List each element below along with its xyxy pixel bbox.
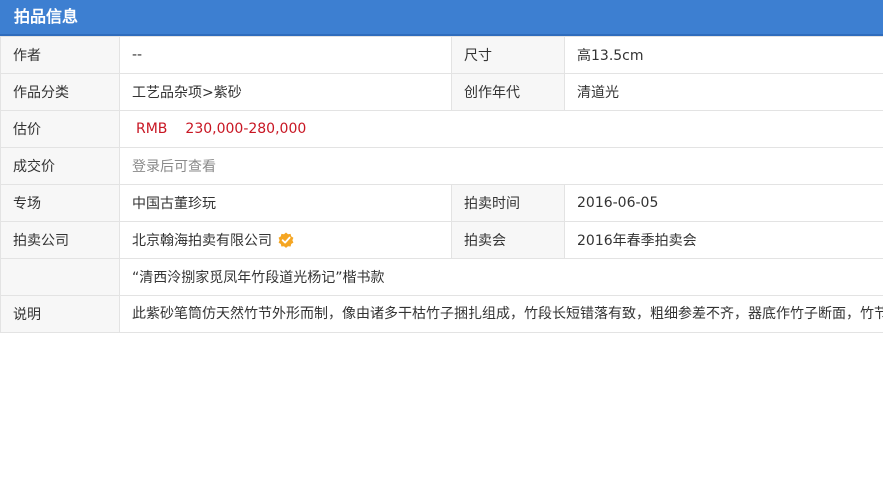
- description-label: 说明: [0, 295, 120, 333]
- table-row: 说明 此紫砂笔筒仿天然竹节外形而制，像由诸多干枯竹子捆扎组成，竹段长短错落有致，…: [0, 295, 883, 333]
- login-to-view-link[interactable]: 登录后可查看: [132, 159, 216, 175]
- table-row: 作品分类 工艺品杂项>紫砂 创作年代 清道光: [0, 73, 883, 111]
- estimate-currency: RMB: [136, 121, 168, 137]
- table-row: 拍卖公司 北京翰海拍卖有限公司 拍卖会 2016年春季拍卖会: [0, 221, 883, 259]
- session-label: 专场: [0, 184, 120, 222]
- company-cell: 北京翰海拍卖有限公司: [119, 221, 452, 259]
- table-row: 成交价 登录后可查看: [0, 147, 883, 185]
- category-label: 作品分类: [0, 73, 120, 111]
- lot-info-panel: 拍品信息 作者 -- 尺寸 高13.5cm 作品分类 工艺品杂项>紫砂 创作年代…: [0, 0, 883, 487]
- description-title: “清西泠捌家觅凤年竹段道光杨记”楷书款: [119, 258, 883, 296]
- sale-value[interactable]: 2016年春季拍卖会: [564, 221, 883, 259]
- description-title-spacer: [0, 258, 120, 296]
- table-row: “清西泠捌家觅凤年竹段道光杨记”楷书款: [0, 258, 883, 296]
- session-value[interactable]: 中国古董珍玩: [119, 184, 452, 222]
- description-body: 此紫砂笔筒仿天然竹节外形而制，像由诸多干枯竹子捆扎组成，竹段长短错落有致，粗细参…: [119, 295, 883, 333]
- category-value: 工艺品杂项>紫砂: [119, 73, 452, 111]
- author-value: --: [119, 36, 452, 74]
- author-label: 作者: [0, 36, 120, 74]
- table-row: 专场 中国古董珍玩 拍卖时间 2016-06-05: [0, 184, 883, 222]
- table-row: 估价 RMB 230,000-280,000: [0, 110, 883, 148]
- lot-info-table: 作者 -- 尺寸 高13.5cm 作品分类 工艺品杂项>紫砂 创作年代 清道光 …: [0, 36, 883, 333]
- size-label: 尺寸: [451, 36, 565, 74]
- era-label: 创作年代: [451, 73, 565, 111]
- estimate-label: 估价: [0, 110, 120, 148]
- company-label: 拍卖公司: [0, 221, 120, 259]
- estimate-value: RMB 230,000-280,000: [119, 110, 883, 148]
- deal-price-label: 成交价: [0, 147, 120, 185]
- panel-title: 拍品信息: [14, 7, 79, 26]
- auction-time-label: 拍卖时间: [451, 184, 565, 222]
- estimate-range: 230,000-280,000: [185, 121, 307, 137]
- size-value: 高13.5cm: [564, 36, 883, 74]
- era-value: 清道光: [564, 73, 883, 111]
- company-link[interactable]: 北京翰海拍卖有限公司: [132, 233, 272, 249]
- sale-label: 拍卖会: [451, 221, 565, 259]
- table-row: 作者 -- 尺寸 高13.5cm: [0, 36, 883, 74]
- deal-price-cell: 登录后可查看: [119, 147, 883, 185]
- auction-time-value: 2016-06-05: [564, 184, 883, 222]
- panel-header: 拍品信息: [0, 0, 883, 36]
- verified-badge-icon: [278, 232, 294, 248]
